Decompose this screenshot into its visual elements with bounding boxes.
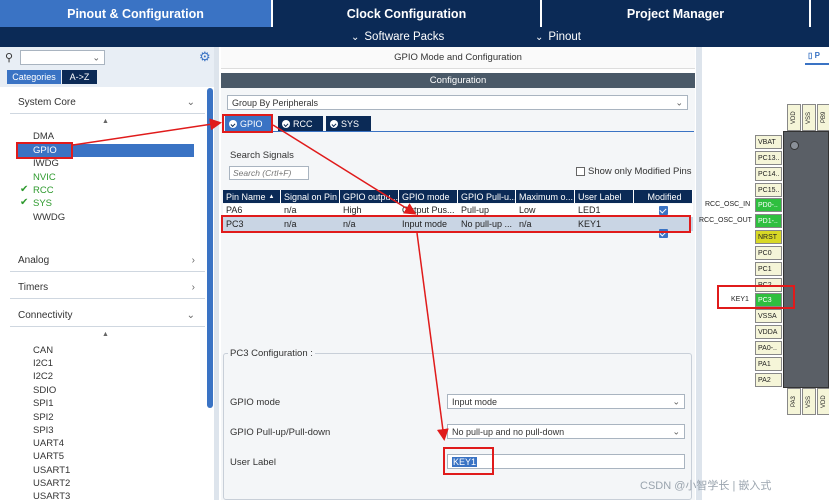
arrow-row-to-label	[416, 232, 449, 441]
arrow-tab-to-row	[272, 124, 417, 215]
arrow-gpio-to-tab	[72, 118, 222, 146]
annotation-arrows	[72, 118, 449, 441]
